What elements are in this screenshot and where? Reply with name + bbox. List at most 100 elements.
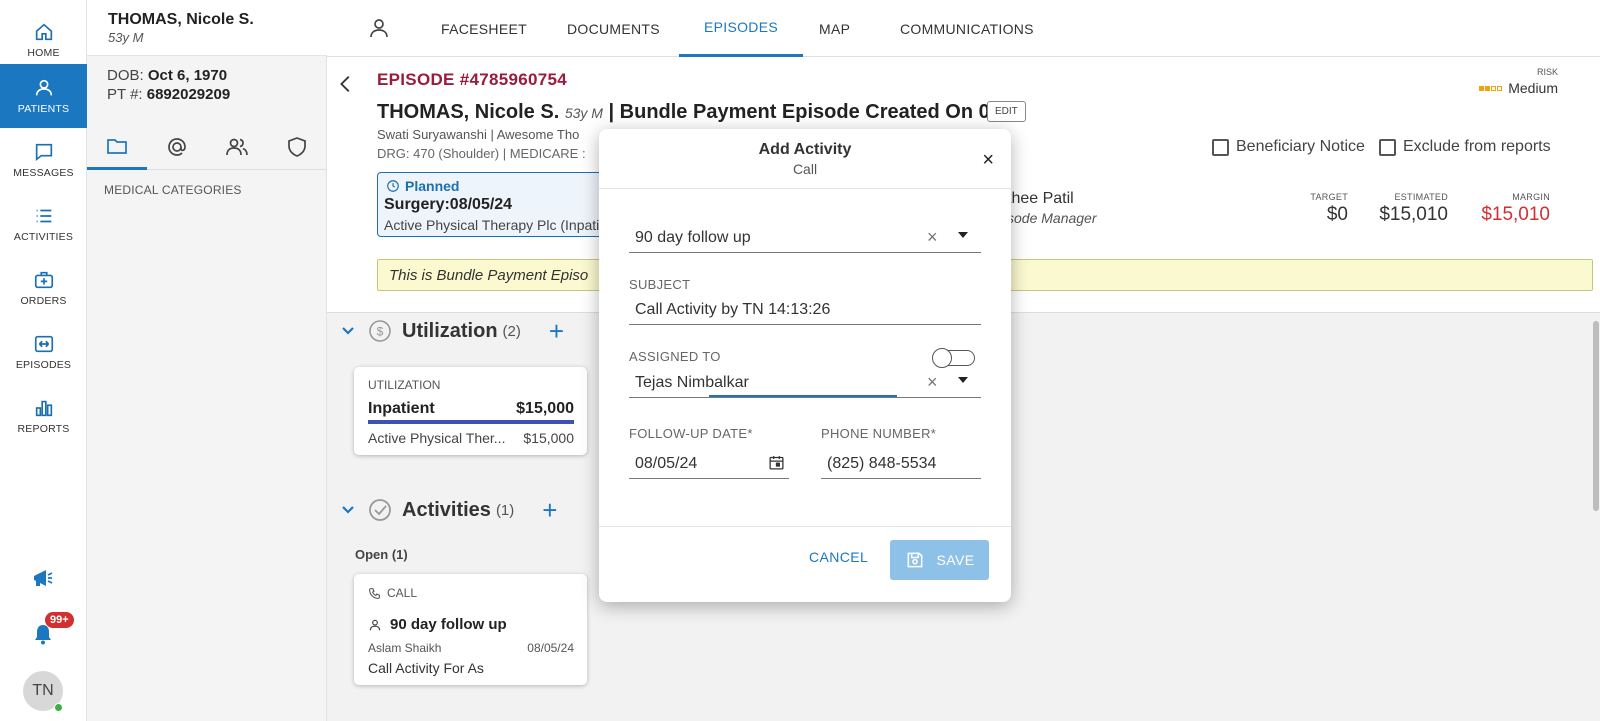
home-icon bbox=[35, 23, 52, 41]
utilization-card-label: UTILIZATION bbox=[368, 378, 441, 392]
phone-number-input[interactable]: (825) 848-5534 bbox=[821, 449, 981, 479]
activity-card-title: 90 day follow up bbox=[390, 616, 507, 633]
save-button[interactable]: SAVE bbox=[890, 540, 989, 580]
beneficiary-notice-label: Beneficiary Notice bbox=[1236, 138, 1365, 155]
activity-card-type: CALL bbox=[368, 586, 417, 600]
tab-facesheet[interactable]: FACESHEET bbox=[441, 0, 527, 57]
medical-categories-label: MEDICAL CATEGORIES bbox=[104, 183, 242, 197]
nav-activities[interactable]: ACTIVITIES bbox=[0, 192, 87, 256]
utilization-section-header: $ Utilization (2) + bbox=[340, 318, 564, 344]
shield-icon bbox=[288, 137, 306, 157]
episode-drg-line: DRG: 470 (Shoulder) | MEDICARE : bbox=[377, 146, 586, 161]
clear-icon[interactable]: × bbox=[927, 227, 938, 248]
add-activity-button[interactable]: + bbox=[542, 497, 557, 523]
episode-manager-role: sode Manager bbox=[1007, 210, 1097, 226]
dob-label: DOB: bbox=[107, 67, 144, 84]
people-icon bbox=[226, 138, 248, 156]
planned-label: Planned bbox=[405, 178, 460, 194]
add-utilization-button[interactable]: + bbox=[549, 318, 564, 344]
medical-bag-icon bbox=[34, 271, 53, 289]
assigned-to-toggle[interactable] bbox=[932, 348, 975, 368]
dob-value: Oct 6, 1970 bbox=[147, 67, 228, 84]
save-icon bbox=[907, 552, 922, 568]
nav-episodes[interactable]: EPISODES bbox=[0, 320, 87, 384]
risk-value: Medium bbox=[1508, 80, 1558, 96]
calendar-icon[interactable] bbox=[768, 454, 785, 471]
nav-patients[interactable]: PATIENTS bbox=[0, 64, 87, 128]
followup-date-input[interactable]: 08/05/24 bbox=[629, 449, 789, 479]
pt-label: PT #: bbox=[107, 86, 143, 103]
episodes-icon bbox=[34, 335, 53, 353]
margin-label: MARGIN bbox=[1512, 192, 1550, 202]
beneficiary-notice-checkbox[interactable]: Beneficiary Notice bbox=[1212, 138, 1365, 156]
tab-care-team[interactable] bbox=[207, 124, 267, 170]
tab-contact[interactable] bbox=[147, 124, 207, 170]
top-tabs: FACESHEET DOCUMENTS EPISODES MAP COMMUNI… bbox=[327, 0, 1600, 57]
activity-card-heading: 90 day follow up bbox=[368, 616, 507, 633]
activity-card-type-label: CALL bbox=[387, 586, 418, 600]
checkbox-icon bbox=[1379, 138, 1396, 156]
followup-date-value: 08/05/24 bbox=[635, 455, 698, 472]
risk-level-icon bbox=[1479, 85, 1503, 91]
phone-number-value: (825) 848-5534 bbox=[827, 455, 937, 472]
nav-reports[interactable]: REPORTS bbox=[0, 384, 87, 448]
exclude-reports-label: Exclude from reports bbox=[1403, 138, 1551, 155]
subject-input[interactable]: Call Activity by TN 14:13:26 bbox=[629, 295, 981, 325]
clock-icon bbox=[387, 180, 399, 192]
episode-patient-age: 53y M bbox=[564, 105, 603, 121]
exclude-reports-checkbox[interactable]: Exclude from reports bbox=[1379, 138, 1551, 156]
tab-map[interactable]: MAP bbox=[819, 0, 850, 57]
person-icon bbox=[369, 619, 381, 630]
followup-date-label: FOLLOW-UP DATE* bbox=[629, 426, 753, 441]
dropdown-arrow-icon[interactable] bbox=[958, 232, 968, 238]
scrollbar-thumb[interactable] bbox=[1593, 321, 1599, 511]
phone-icon bbox=[369, 587, 380, 599]
nav-messages[interactable]: MESSAGES bbox=[0, 128, 87, 192]
nav-orders-label: ORDERS bbox=[20, 295, 67, 307]
svg-text:$: $ bbox=[377, 325, 384, 339]
activity-template-select[interactable]: 90 day follow up × bbox=[629, 223, 981, 253]
patient-panel: THOMAS, Nicole S. 53y M DOB: Oct 6, 1970… bbox=[87, 0, 327, 721]
close-icon[interactable]: × bbox=[982, 149, 994, 172]
cancel-button[interactable]: CANCEL bbox=[809, 549, 868, 565]
episode-title: THOMAS, Nicole S. 53y M | Bundle Payment… bbox=[377, 101, 1018, 124]
dialog-title: Add Activity bbox=[758, 141, 852, 158]
tab-documents[interactable]: DOCUMENTS bbox=[567, 0, 660, 57]
chevron-down-icon[interactable] bbox=[340, 323, 356, 339]
notification-badge: 99+ bbox=[45, 612, 74, 628]
activity-card-desc: Call Activity For As bbox=[368, 660, 484, 676]
tab-communications[interactable]: COMMUNICATIONS bbox=[900, 0, 1034, 57]
person-icon bbox=[35, 79, 52, 96]
nav-patients-label: PATIENTS bbox=[17, 103, 70, 115]
tab-folder[interactable] bbox=[87, 124, 147, 170]
assigned-to-select[interactable]: Tejas Nimbalkar × bbox=[629, 368, 981, 398]
activity-template-value: 90 day follow up bbox=[635, 229, 751, 246]
nav-orders[interactable]: ORDERS bbox=[0, 256, 87, 320]
dialog-subtitle: Call bbox=[792, 161, 818, 177]
episode-number: EPISODE #4785960754 bbox=[377, 70, 568, 89]
checkbox-icon bbox=[1212, 138, 1229, 156]
dropdown-arrow-icon[interactable] bbox=[958, 377, 968, 383]
activities-section-header: Activities (1) + bbox=[340, 497, 557, 523]
planned-surgery-card[interactable]: Planned Surgery:08/05/24 Active Physical… bbox=[377, 172, 607, 237]
utilization-progress-bar bbox=[368, 420, 574, 424]
tab-episodes[interactable]: EPISODES bbox=[679, 0, 803, 57]
utilization-card[interactable]: UTILIZATION Inpatient $15,000 Active Phy… bbox=[354, 367, 587, 455]
toggle-knob bbox=[932, 348, 952, 368]
episode-title-text: | Bundle Payment Episode Created On 08..… bbox=[608, 101, 1018, 123]
back-arrow-icon[interactable] bbox=[335, 73, 357, 95]
megaphone-icon[interactable] bbox=[31, 566, 55, 590]
person-icon[interactable] bbox=[367, 16, 391, 40]
activity-card[interactable]: CALL 90 day follow up Aslam Shaikh 08/05… bbox=[354, 574, 587, 685]
clear-icon[interactable]: × bbox=[927, 372, 938, 393]
focus-indicator bbox=[709, 395, 897, 397]
chevron-down-icon[interactable] bbox=[340, 502, 356, 518]
activities-count: (1) bbox=[495, 501, 515, 519]
patient-dob: DOB: Oct 6, 1970 bbox=[107, 67, 227, 84]
tab-insurance[interactable] bbox=[267, 124, 327, 170]
add-activity-dialog: Add Activity Call × 90 day follow up × S… bbox=[599, 129, 1011, 602]
edit-button[interactable]: EDIT bbox=[987, 101, 1026, 122]
nav-home[interactable]: HOME bbox=[0, 8, 87, 72]
scrollbar[interactable] bbox=[1592, 313, 1600, 721]
patient-tabs bbox=[87, 124, 327, 170]
